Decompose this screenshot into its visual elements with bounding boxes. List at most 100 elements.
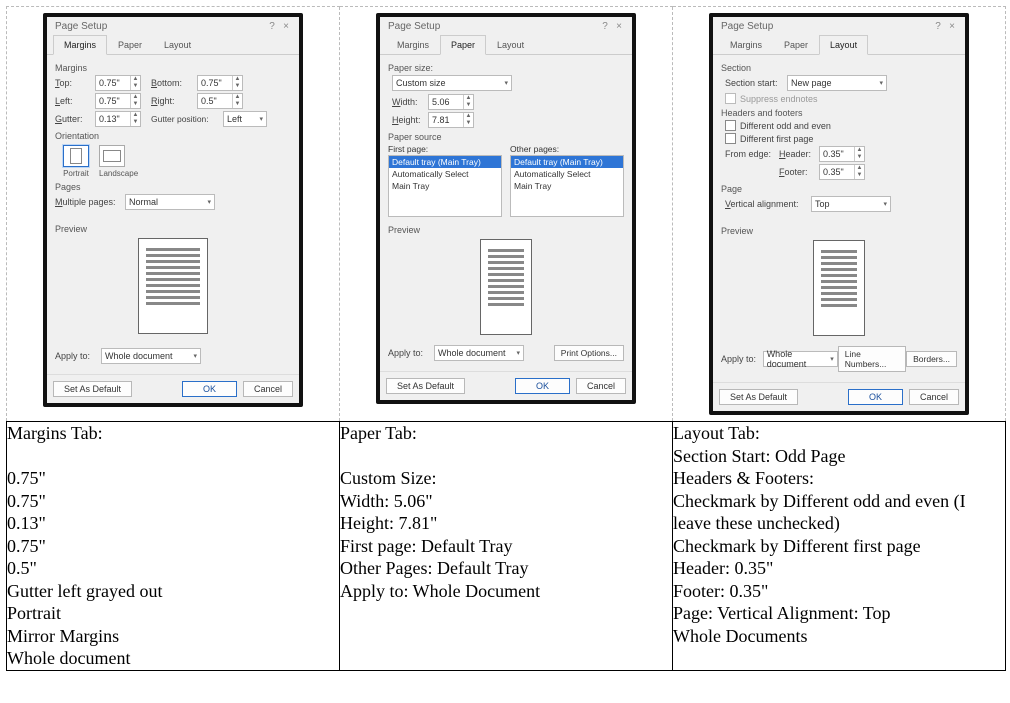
tab-margins[interactable]: Margins bbox=[53, 35, 107, 55]
orientation-portrait[interactable]: Portrait bbox=[63, 145, 89, 178]
preview-label: Preview bbox=[721, 226, 957, 236]
header-input[interactable]: 0.35"▲▼ bbox=[819, 146, 865, 162]
headers-footers-label: Headers and footers bbox=[721, 108, 957, 118]
tab-strip: Margins Paper Layout bbox=[380, 34, 632, 55]
help-icon[interactable]: ? bbox=[265, 21, 279, 32]
valign-select[interactable]: Top▾ bbox=[811, 196, 891, 212]
first-page-label: First page: bbox=[388, 144, 502, 154]
first-page-list[interactable]: Default tray (Main Tray) Automatically S… bbox=[388, 155, 502, 217]
section-start-label: Section start: bbox=[725, 78, 787, 88]
left-input[interactable]: 0.75"▲▼ bbox=[95, 93, 141, 109]
line-numbers-button[interactable]: Line Numbers... bbox=[838, 346, 906, 372]
height-input[interactable]: 7.81▲▼ bbox=[428, 112, 474, 128]
top-input[interactable]: 0.75"▲▼ bbox=[95, 75, 141, 91]
ok-button[interactable]: OK bbox=[515, 378, 570, 394]
suppress-endnotes-checkbox: Suppress endnotes bbox=[725, 93, 957, 104]
section-start-select[interactable]: New page▾ bbox=[787, 75, 887, 91]
multiple-pages-label: Multiple pages: bbox=[55, 197, 125, 207]
dialog-title: Page Setup bbox=[388, 21, 598, 32]
page-label: Page bbox=[721, 184, 957, 194]
tab-margins[interactable]: Margins bbox=[386, 35, 440, 55]
paper-size-select[interactable]: Custom size▾ bbox=[392, 75, 512, 91]
close-icon[interactable]: × bbox=[279, 21, 293, 32]
apply-to-label: Apply to: bbox=[721, 354, 763, 364]
apply-to-select[interactable]: Whole document▾ bbox=[434, 345, 524, 361]
margins-group-label: Margins bbox=[55, 63, 291, 73]
width-label: Width: bbox=[392, 97, 428, 107]
width-input[interactable]: 5.06▲▼ bbox=[428, 94, 474, 110]
bottom-label: Bottom: bbox=[151, 78, 197, 88]
close-icon[interactable]: × bbox=[612, 21, 626, 32]
preview-page bbox=[138, 238, 208, 334]
page-setup-dialog-paper: Page Setup ? × Margins Paper Layout Pape… bbox=[376, 13, 636, 404]
close-icon[interactable]: × bbox=[945, 21, 959, 32]
gutter-pos-label: Gutter position: bbox=[151, 114, 223, 124]
set-default-button[interactable]: Set As Default bbox=[719, 389, 798, 405]
multiple-pages-select[interactable]: Normal▾ bbox=[125, 194, 215, 210]
footer-input[interactable]: 0.35"▲▼ bbox=[819, 164, 865, 180]
set-default-button[interactable]: Set As Default bbox=[386, 378, 465, 394]
valign-label: Vertical alignment: bbox=[725, 199, 811, 209]
right-label: Right: bbox=[151, 96, 197, 106]
orientation-label: Orientation bbox=[55, 131, 291, 141]
description-paper: Paper Tab: Custom Size:Width: 5.06"Heigh… bbox=[340, 422, 673, 671]
preview-page bbox=[480, 239, 532, 335]
from-edge-label: From edge: bbox=[725, 149, 779, 159]
tab-paper[interactable]: Paper bbox=[773, 35, 819, 55]
tab-margins[interactable]: Margins bbox=[719, 35, 773, 55]
cancel-button[interactable]: Cancel bbox=[909, 389, 959, 405]
set-default-button[interactable]: Set As Default bbox=[53, 381, 132, 397]
tab-strip: Margins Paper Layout bbox=[713, 34, 965, 55]
preview-label: Preview bbox=[388, 225, 624, 235]
gutter-input[interactable]: 0.13"▲▼ bbox=[95, 111, 141, 127]
other-pages-list[interactable]: Default tray (Main Tray) Automatically S… bbox=[510, 155, 624, 217]
dialog-title: Page Setup bbox=[55, 21, 265, 32]
different-odd-even-checkbox[interactable]: Different odd and even bbox=[725, 120, 957, 131]
gutter-pos-select[interactable]: Left▾ bbox=[223, 111, 267, 127]
apply-to-select[interactable]: Whole document▾ bbox=[763, 351, 838, 367]
tab-layout[interactable]: Layout bbox=[819, 35, 868, 55]
apply-to-label: Apply to: bbox=[388, 348, 434, 358]
paper-size-label: Paper size: bbox=[388, 63, 624, 73]
page-setup-dialog-margins: Page Setup ? × Margins Paper Layout Marg… bbox=[43, 13, 303, 407]
titlebar: Page Setup ? × bbox=[713, 17, 965, 34]
height-label: Height: bbox=[392, 115, 428, 125]
section-label: Section bbox=[721, 63, 957, 73]
dialog-title: Page Setup bbox=[721, 21, 931, 32]
print-options-button[interactable]: Print Options... bbox=[554, 345, 624, 361]
tab-layout[interactable]: Layout bbox=[153, 35, 202, 55]
pages-label: Pages bbox=[55, 182, 291, 192]
different-first-page-checkbox[interactable]: Different first page bbox=[725, 133, 957, 144]
preview-page bbox=[813, 240, 865, 336]
top-label: Top: bbox=[55, 78, 95, 88]
tab-paper[interactable]: Paper bbox=[440, 35, 486, 55]
footer-label: Footer: bbox=[779, 167, 819, 177]
tab-paper[interactable]: Paper bbox=[107, 35, 153, 55]
preview-label: Preview bbox=[55, 224, 291, 234]
apply-to-select[interactable]: Whole document▾ bbox=[101, 348, 201, 364]
gutter-label: Gutter: bbox=[55, 114, 95, 124]
ok-button[interactable]: OK bbox=[182, 381, 237, 397]
help-icon[interactable]: ? bbox=[931, 21, 945, 32]
layout-table: Page Setup ? × Margins Paper Layout Marg… bbox=[6, 6, 1006, 671]
other-pages-label: Other pages: bbox=[510, 144, 624, 154]
right-input[interactable]: 0.5"▲▼ bbox=[197, 93, 243, 109]
description-layout: Layout Tab:Section Start: Odd PageHeader… bbox=[673, 422, 1006, 671]
tab-layout[interactable]: Layout bbox=[486, 35, 535, 55]
description-margins: Margins Tab: 0.75"0.75"0.13"0.75"0.5"Gut… bbox=[7, 422, 340, 671]
page-setup-dialog-layout: Page Setup ? × Margins Paper Layout Sect… bbox=[709, 13, 969, 415]
borders-button[interactable]: Borders... bbox=[906, 351, 957, 367]
cancel-button[interactable]: Cancel bbox=[576, 378, 626, 394]
tab-strip: Margins Paper Layout bbox=[47, 34, 299, 55]
apply-to-label: Apply to: bbox=[55, 351, 101, 361]
left-label: Left: bbox=[55, 96, 95, 106]
titlebar: Page Setup ? × bbox=[47, 17, 299, 34]
orientation-landscape[interactable]: Landscape bbox=[99, 145, 138, 178]
ok-button[interactable]: OK bbox=[848, 389, 903, 405]
titlebar: Page Setup ? × bbox=[380, 17, 632, 34]
paper-source-label: Paper source bbox=[388, 132, 624, 142]
bottom-input[interactable]: 0.75"▲▼ bbox=[197, 75, 243, 91]
help-icon[interactable]: ? bbox=[598, 21, 612, 32]
cancel-button[interactable]: Cancel bbox=[243, 381, 293, 397]
header-label: Header: bbox=[779, 149, 819, 159]
